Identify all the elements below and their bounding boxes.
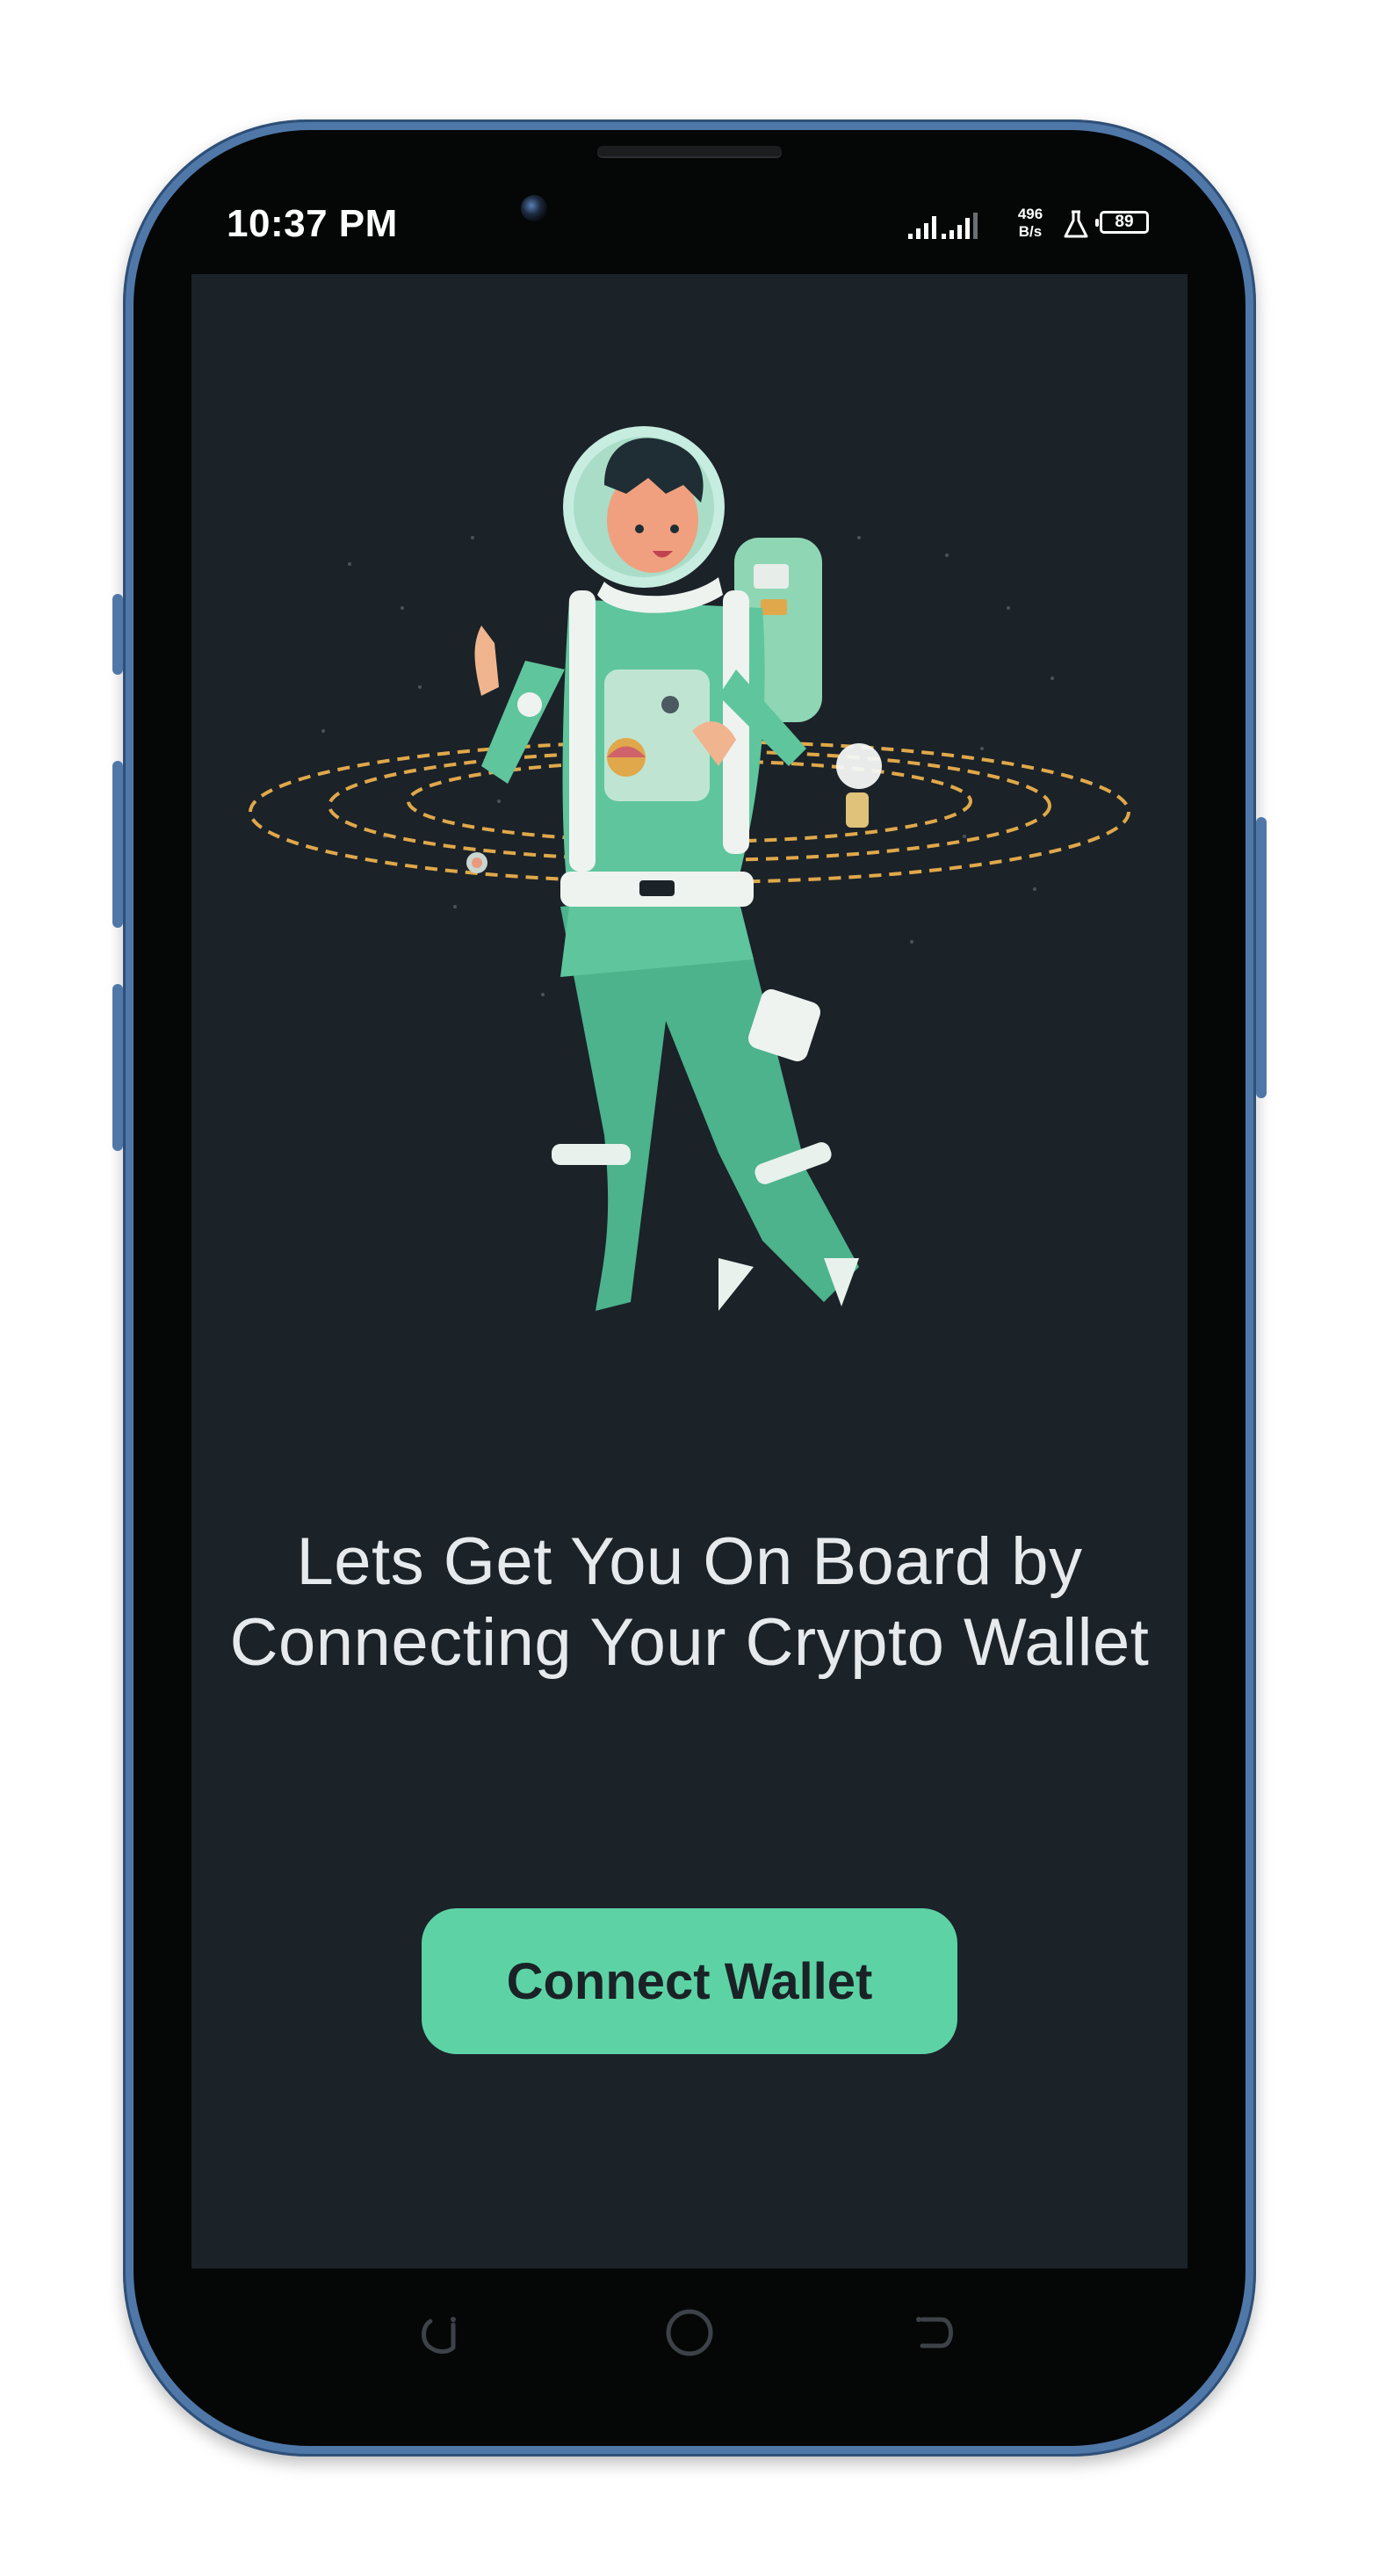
battery-indicator: 89 <box>1095 211 1149 234</box>
network-speed-unit: B/s <box>1018 223 1043 240</box>
astronaut-icon <box>249 426 1130 1311</box>
connect-wallet-button[interactable]: Connect Wallet <box>422 1908 957 2054</box>
side-button-left-3 <box>112 984 123 1151</box>
onboarding-headline: Lets Get You On Board by Connecting Your… <box>191 1522 1188 1683</box>
headline-line-1: Lets Get You On Board by <box>296 1524 1083 1599</box>
side-button-left-1 <box>112 594 123 675</box>
home-icon[interactable] <box>659 2302 720 2363</box>
signal-icon <box>908 213 978 239</box>
earpiece-speaker <box>597 146 782 156</box>
status-time: 10:37 PM <box>227 202 398 245</box>
recents-icon[interactable] <box>906 2302 968 2363</box>
app-screen: Lets Get You On Board by Connecting Your… <box>191 274 1188 2268</box>
side-button-left-2 <box>112 761 123 928</box>
flask-icon <box>1064 210 1088 238</box>
headline-line-2: Connecting Your Crypto Wallet <box>229 1605 1150 1680</box>
network-speed: 496 B/s <box>1010 206 1050 241</box>
network-speed-value: 496 <box>1017 206 1043 222</box>
front-camera <box>521 195 547 221</box>
power-button <box>1256 817 1267 1098</box>
back-icon[interactable] <box>411 2302 473 2363</box>
system-navigation-bar <box>191 2268 1188 2400</box>
